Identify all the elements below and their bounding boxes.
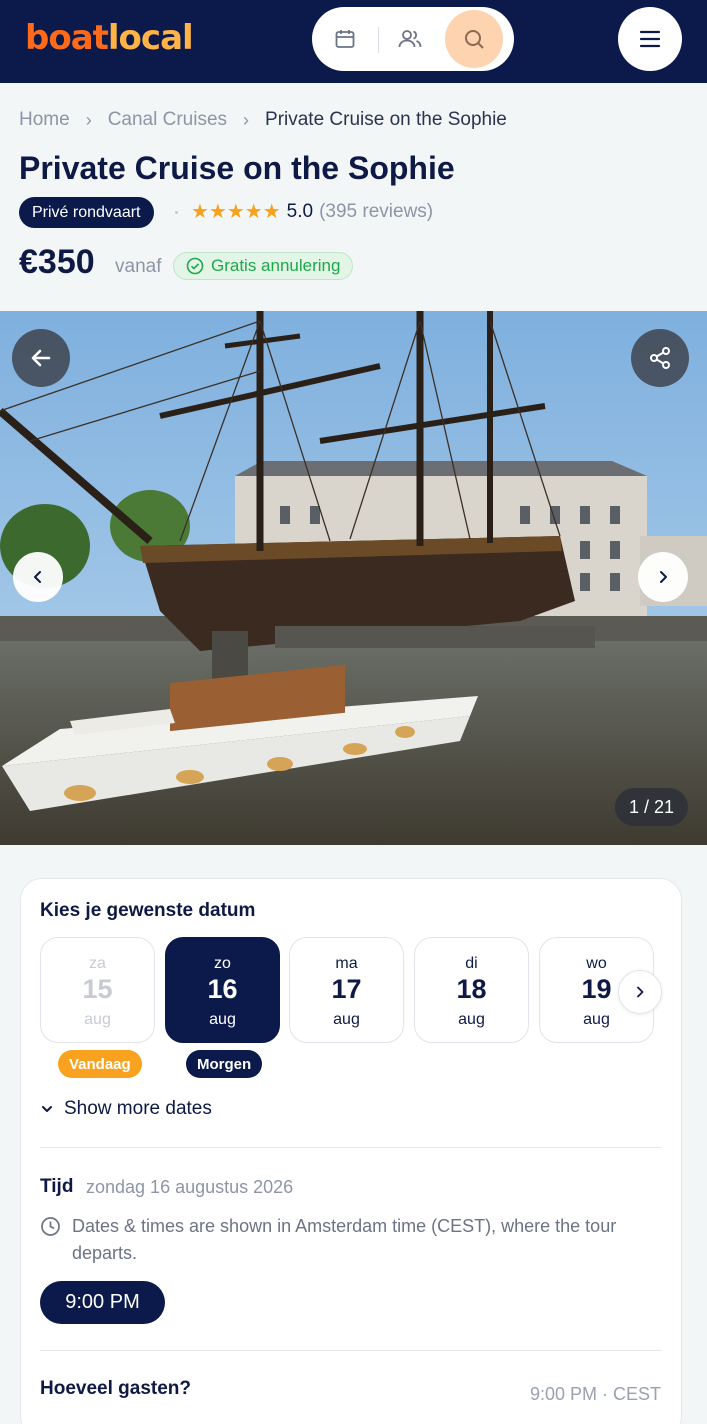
divider — [40, 1147, 662, 1148]
arrow-left-icon — [31, 349, 51, 367]
photo-counter: 1 / 21 — [615, 788, 688, 826]
date-weekday: zo — [214, 955, 231, 972]
check-circle-icon — [186, 257, 204, 275]
price: €350 — [19, 243, 95, 281]
date-weekday: ma — [335, 955, 358, 972]
date-day: 17 — [331, 974, 362, 1004]
show-more-dates-label: Show more dates — [64, 1098, 212, 1119]
share-button[interactable] — [631, 329, 689, 387]
date-option-15: za 15 aug — [40, 937, 155, 1043]
menu-icon — [639, 30, 661, 48]
selected-date-text: zondag 16 augustus 2026 — [86, 1177, 294, 1197]
photo-gallery[interactable]: 1 / 21 — [0, 311, 707, 845]
date-day: 16 — [207, 974, 238, 1004]
chevron-down-icon — [42, 1106, 52, 1112]
next-dates-button[interactable] — [618, 970, 662, 1014]
search-icon — [465, 30, 484, 49]
boatlocal-logo[interactable]: boatlocal — [25, 18, 194, 58]
timezone-note-text: Dates & times are shown in Amsterdam tim… — [72, 1216, 617, 1263]
today-badge: Vandaag — [58, 1050, 142, 1078]
date-weekday: za — [89, 955, 106, 972]
breadcrumb: Home › Canal Cruises › Private Cruise on… — [19, 109, 507, 131]
date-month: aug — [333, 1011, 360, 1028]
date-weekday: di — [465, 955, 478, 972]
boat-photo — [0, 311, 707, 845]
breadcrumb-home[interactable]: Home — [19, 109, 70, 131]
review-count: (395 reviews) — [319, 200, 434, 222]
clock-icon — [41, 1217, 60, 1236]
date-option-17[interactable]: ma 17 aug — [289, 937, 404, 1043]
category-tag[interactable]: Privé rondvaart — [19, 197, 154, 228]
menu-button[interactable] — [618, 7, 682, 71]
date-heading: Kies je gewenste datum — [40, 900, 256, 921]
date-option-18[interactable]: di 18 aug — [414, 937, 529, 1043]
calendar-icon[interactable] — [329, 23, 361, 55]
top-navigation-bar: boatlocal — [0, 0, 707, 83]
pill-divider — [378, 27, 379, 53]
chevron-right-icon: › — [85, 109, 92, 130]
time-label: Tijd — [40, 1176, 74, 1197]
chevron-right-icon — [637, 986, 644, 998]
guests-selected-time: 9:00 PM · CEST — [529, 1384, 661, 1404]
share-icon — [650, 347, 670, 369]
date-option-16[interactable]: zo 16 aug — [165, 937, 280, 1043]
free-cancellation-badge: Gratis annulering — [173, 252, 354, 280]
breadcrumb-canal-cruises[interactable]: Canal Cruises — [108, 109, 227, 131]
timezone-note: Dates & times are shown in Amsterdam tim… — [40, 1213, 640, 1267]
date-day: 18 — [456, 974, 487, 1004]
chevron-right-icon: › — [243, 109, 250, 130]
date-day: 15 — [82, 974, 113, 1004]
divider — [40, 1350, 662, 1351]
guests-label: Hoeveel gasten? — [40, 1378, 191, 1399]
show-more-dates-button[interactable]: Show more dates — [40, 1098, 212, 1120]
date-month: aug — [209, 1011, 236, 1028]
chevron-right-icon — [660, 571, 667, 583]
previous-photo-button[interactable] — [13, 552, 63, 602]
time-slot-button[interactable]: 9:00 PM — [40, 1281, 165, 1324]
logo-text-boat: boat — [25, 18, 109, 58]
rating-score: 5.0 — [286, 200, 314, 222]
tomorrow-badge: Morgen — [186, 1050, 263, 1078]
date-month: aug — [458, 1011, 485, 1028]
next-photo-button[interactable] — [638, 552, 688, 602]
guests-icon[interactable] — [394, 23, 426, 55]
separator-dot — [175, 211, 178, 214]
page-title: Private Cruise on the Sophie — [19, 150, 455, 186]
breadcrumb-current: Private Cruise on the Sophie — [265, 109, 507, 130]
back-button[interactable] — [12, 329, 70, 387]
date-month: aug — [84, 1011, 111, 1028]
free-cancellation-label: Gratis annulering — [211, 256, 341, 275]
search-pill[interactable] — [312, 7, 514, 71]
price-suffix: vanaf — [115, 256, 162, 277]
chevron-left-icon — [34, 571, 41, 583]
search-button[interactable] — [445, 10, 503, 68]
rating[interactable]: ★★★★★ 5.0 (395 reviews) — [191, 199, 433, 224]
logo-text-local: local — [107, 18, 194, 58]
star-rating-icons: ★★★★★ — [191, 201, 281, 223]
booking-card: Kies je gewenste datum za 15 aug zo 16 a… — [20, 878, 682, 1424]
